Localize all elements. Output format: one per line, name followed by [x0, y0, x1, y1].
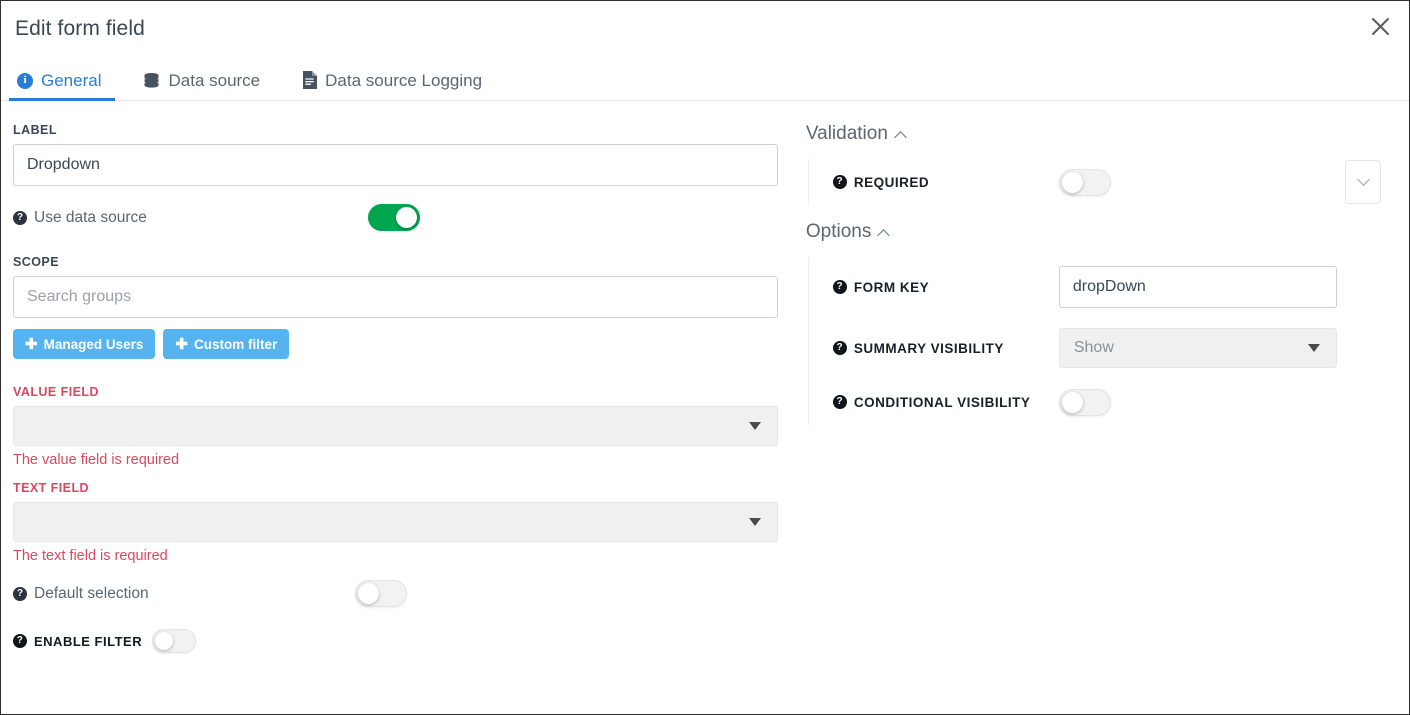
conditional-visibility-row: ? CONDITIONAL VISIBILITY [807, 379, 1381, 425]
required-label: REQUIRED [853, 174, 930, 190]
scope-field-heading: SCOPE [13, 255, 60, 269]
toggle-knob [395, 207, 417, 228]
caret-down-icon [748, 518, 761, 526]
required-label-group: ? REQUIRED [832, 174, 1059, 190]
chevron-down-icon [1356, 172, 1370, 186]
help-circle-icon[interactable]: ? [832, 175, 847, 189]
add-custom-filter-button[interactable]: ✚ Custom filter [163, 329, 290, 359]
label-input[interactable] [13, 144, 778, 186]
close-icon[interactable] [1363, 9, 1397, 43]
required-control [1058, 168, 1345, 196]
edit-form-field-dialog: Edit form field i General Data source Da… [0, 0, 1410, 715]
page-title: Edit form field [15, 17, 145, 40]
conditional-visibility-toggle[interactable] [1058, 388, 1111, 416]
required-row: ? REQUIRED [807, 159, 1345, 205]
dialog-header: Edit form field [1, 1, 1409, 57]
conditional-visibility-label-group: ? CONDITIONAL VISIBILITY [832, 394, 1059, 410]
options-heading: Options [805, 221, 872, 242]
scope-button-group: ✚ Managed Users ✚ Custom filter [13, 329, 778, 359]
default-selection-label-group: ? Default selection [13, 585, 149, 603]
summary-visibility-select[interactable]: Show [1058, 328, 1337, 368]
summary-visibility-label: SUMMARY VISIBILITY [853, 340, 1004, 356]
validation-collapse-button[interactable] [1345, 160, 1381, 204]
database-icon [143, 72, 160, 89]
text-field-select[interactable] [13, 502, 778, 542]
required-row-wrapper: ? REQUIRED [806, 159, 1381, 205]
form-key-input[interactable] [1058, 266, 1337, 308]
validation-section-header[interactable]: Validation [806, 123, 1381, 145]
add-custom-filter-label: Custom filter [193, 336, 278, 352]
summary-visibility-row: ? SUMMARY VISIBILITY Show [807, 317, 1381, 379]
help-circle-icon[interactable]: ? [832, 280, 847, 294]
document-icon [302, 71, 318, 89]
default-selection-row: ? Default selection [13, 580, 778, 607]
chevron-up-icon [877, 228, 891, 242]
plus-icon: ✚ [25, 335, 38, 353]
use-data-source-label-group: ? Use data source [13, 209, 147, 227]
form-key-label: FORM KEY [853, 279, 930, 295]
toggle-knob [357, 583, 379, 604]
required-toggle[interactable] [1058, 168, 1111, 196]
tab-bar: i General Data source Data source Loggin… [1, 57, 1409, 101]
caret-down-icon [1307, 344, 1320, 352]
value-field-error: The value field is required [13, 452, 180, 468]
text-field-heading: TEXT FIELD [13, 481, 90, 495]
summary-visibility-label-group: ? SUMMARY VISIBILITY [832, 340, 1059, 356]
tab-data-source-logging-label: Data source Logging [325, 70, 483, 90]
options-column: Validation ? REQUIRED Options ? FORM KEY… [798, 123, 1409, 714]
form-key-control [1058, 266, 1381, 308]
dialog-body: LABEL ? Use data source SCOPE ✚ Man [1, 101, 1409, 714]
tab-data-source-logging[interactable]: Data source Logging [294, 65, 496, 100]
enable-filter-toggle[interactable] [152, 629, 197, 653]
tab-general-label: General [41, 71, 102, 90]
add-managed-users-label: Managed Users [43, 336, 144, 352]
toggle-knob [1061, 391, 1083, 413]
toggle-knob [155, 632, 174, 650]
general-settings-column: LABEL ? Use data source SCOPE ✚ Man [1, 123, 798, 714]
use-data-source-row: ? Use data source [13, 204, 778, 231]
form-key-row: ? FORM KEY [807, 257, 1381, 317]
options-section-header[interactable]: Options [806, 221, 1381, 243]
help-circle-icon[interactable]: ? [13, 634, 27, 648]
info-circle-icon: i [17, 72, 33, 89]
caret-down-icon [748, 422, 761, 430]
conditional-visibility-label: CONDITIONAL VISIBILITY [853, 394, 1031, 410]
value-field-select[interactable] [13, 406, 778, 446]
help-circle-icon[interactable]: ? [13, 210, 27, 225]
help-circle-icon[interactable]: ? [13, 586, 27, 601]
tab-general[interactable]: i General [9, 66, 116, 101]
toggle-knob [1061, 171, 1083, 193]
tab-data-source[interactable]: Data source [135, 66, 274, 100]
form-key-label-group: ? FORM KEY [832, 279, 1059, 295]
summary-visibility-control: Show [1058, 328, 1381, 368]
enable-filter-label: ENABLE FILTER [34, 633, 143, 649]
search-groups-input[interactable] [13, 276, 778, 318]
enable-filter-label-group: ? ENABLE FILTER [13, 634, 142, 649]
conditional-visibility-control [1058, 388, 1381, 416]
value-field-heading: VALUE FIELD [13, 385, 99, 399]
chevron-up-icon [894, 130, 907, 144]
summary-visibility-value: Show [1073, 339, 1114, 356]
tab-data-source-label: Data source [168, 71, 261, 90]
enable-filter-row: ? ENABLE FILTER [13, 629, 778, 653]
default-selection-toggle[interactable] [354, 580, 407, 607]
use-data-source-label: Use data source [34, 208, 147, 226]
validation-heading: Validation [805, 123, 888, 144]
text-field-error: The text field is required [13, 548, 168, 564]
plus-icon: ✚ [175, 335, 188, 353]
use-data-source-toggle[interactable] [367, 204, 420, 231]
add-managed-users-button[interactable]: ✚ Managed Users [13, 329, 156, 359]
help-circle-icon[interactable]: ? [832, 341, 847, 355]
label-field-heading: LABEL [13, 123, 57, 137]
help-circle-icon[interactable]: ? [832, 395, 847, 409]
default-selection-label: Default selection [34, 584, 149, 602]
